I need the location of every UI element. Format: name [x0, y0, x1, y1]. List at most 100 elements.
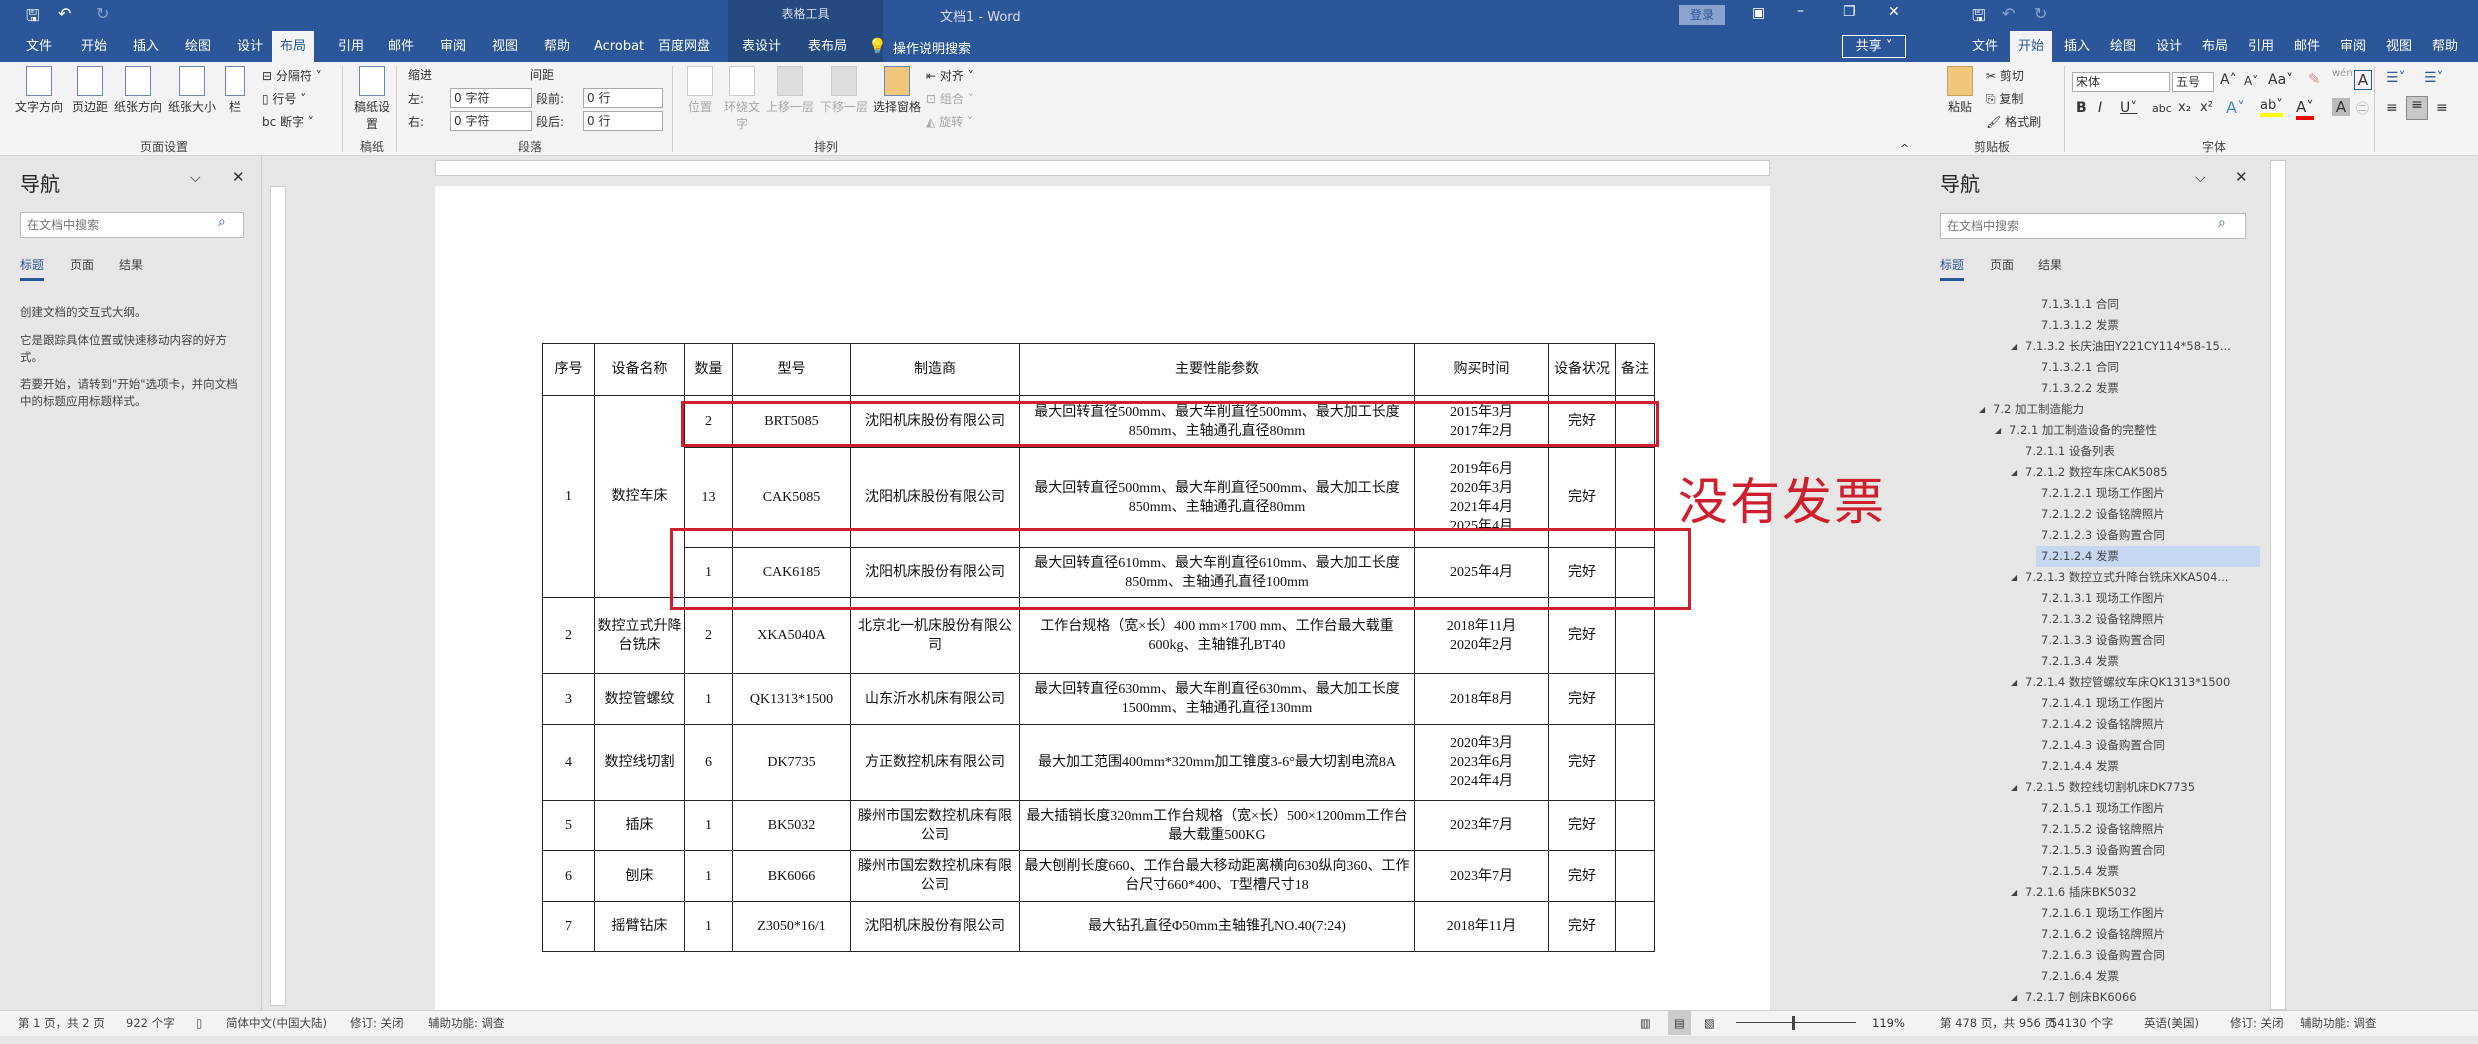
close-icon[interactable]: ✕: [2235, 168, 2248, 186]
tab-10[interactable]: 帮助: [536, 31, 578, 62]
save-icon[interactable]: 🖫: [26, 5, 40, 32]
nav-tree-item[interactable]: ◢ 7.2.1.3 数控立式升降台铣床XKA504...: [1930, 567, 2270, 588]
language[interactable]: 英语(美国): [2144, 1011, 2199, 1036]
chevron-down-icon[interactable]: ⌵: [2195, 170, 2206, 186]
strikethrough-icon[interactable]: abc: [2152, 102, 2172, 115]
nav-tab-results[interactable]: 结果: [2038, 256, 2062, 273]
paste-button[interactable]: 粘贴: [1942, 66, 1978, 115]
expand-triangle-icon[interactable]: ◢: [2011, 567, 2017, 588]
nav-tree-item[interactable]: 7.2.1.2.4 发票: [2036, 546, 2260, 567]
nav-tab-pages[interactable]: 页面: [70, 256, 94, 273]
nav-tree-item[interactable]: 7.2.1.2.2 设备铭牌照片: [1930, 504, 2270, 525]
close-icon[interactable]: ✕: [232, 168, 245, 186]
chevron-down-icon[interactable]: ⌵: [190, 170, 201, 186]
zoom-slider-thumb[interactable]: [1792, 1016, 1795, 1030]
size-button[interactable]: 纸张大小: [166, 66, 218, 115]
tab-1[interactable]: 开始: [73, 31, 115, 62]
tab-1[interactable]: 开始: [2010, 31, 2053, 62]
selection-pane-button[interactable]: 选择窗格: [872, 66, 922, 115]
grow-font-icon[interactable]: A˄: [2220, 72, 2237, 88]
copy-button[interactable]: ⎘ 复制: [1986, 90, 2023, 107]
clear-format-icon[interactable]: ✎: [2308, 70, 2321, 88]
tab-2[interactable]: 插入: [125, 31, 167, 62]
right-document-area[interactable]: [2290, 156, 2478, 1010]
vertical-ruler[interactable]: [270, 186, 286, 1006]
margins-button[interactable]: 页边距: [68, 66, 112, 115]
superscript-icon[interactable]: x²: [2200, 100, 2213, 115]
bring-forward-button[interactable]: 上移一层: [764, 66, 816, 115]
expand-triangle-icon[interactable]: ◢: [2011, 462, 2017, 483]
underline-icon[interactable]: U˅: [2120, 100, 2137, 116]
web-layout-icon[interactable]: ▧: [1704, 1011, 1715, 1035]
expand-triangle-icon[interactable]: ◢: [2011, 987, 2017, 1008]
text-effects-icon[interactable]: A˅: [2226, 98, 2245, 117]
tab-9[interactable]: 视图: [484, 31, 526, 62]
tab-5[interactable]: 布局: [2194, 31, 2236, 62]
nav-tree-item[interactable]: 7.2.1.4.3 设备购置合同: [1930, 735, 2270, 756]
nav-tree-item[interactable]: 7.2.1.5.4 发票: [1930, 861, 2270, 882]
tab-7[interactable]: 邮件: [380, 31, 422, 62]
nav-tree-item[interactable]: 7.2.1.3.2 设备铭牌照片: [1930, 609, 2270, 630]
nav-tree-item[interactable]: ◢ 7.2 加工制造能力: [1930, 399, 2270, 420]
nav-tree-item[interactable]: 7.2.1.4.2 设备铭牌照片: [1930, 714, 2270, 735]
nav-tree-item[interactable]: 7.2.1.4.4 发票: [1930, 756, 2270, 777]
text-direction-button[interactable]: 文字方向: [14, 66, 64, 115]
expand-triangle-icon[interactable]: ◢: [2011, 882, 2017, 903]
enclose-char-icon[interactable]: ㊁: [2356, 98, 2369, 117]
proofing-icon[interactable]: ▯: [196, 1011, 202, 1036]
nav-tree-item[interactable]: 7.2.1.5.1 现场工作图片: [1930, 798, 2270, 819]
expand-triangle-icon[interactable]: ◢: [1979, 399, 1985, 420]
expand-triangle-icon[interactable]: ◢: [2011, 672, 2017, 693]
nav-tab-headings[interactable]: 标题: [1940, 256, 1965, 281]
tab-3[interactable]: 绘图: [2102, 31, 2144, 62]
nav-tree-item[interactable]: 7.1.3.2.2 发票: [1930, 378, 2270, 399]
nav-tree-item[interactable]: ◢ 7.2.1 加工制造设备的完整性: [1930, 420, 2270, 441]
tab-0[interactable]: 文件: [1964, 31, 2006, 62]
tab-4[interactable]: 设计: [229, 31, 271, 62]
nav-tree-item[interactable]: ◢ 7.2.1.4 数控管螺纹车床QK1313*1500: [1930, 672, 2270, 693]
space-before-input[interactable]: 0 行: [583, 88, 663, 108]
tell-me-search[interactable]: 操作说明搜索: [893, 38, 971, 57]
tab-7[interactable]: 邮件: [2286, 31, 2328, 62]
nav-tree-item[interactable]: ◢ 7.2.1.5 数控线切割机床DK7735: [1930, 777, 2270, 798]
italic-icon[interactable]: I: [2098, 100, 2102, 116]
zoom-level[interactable]: 119%: [1872, 1011, 1905, 1035]
space-after-input[interactable]: 0 行: [583, 111, 663, 131]
bullets-icon[interactable]: ☰˅: [2386, 70, 2406, 86]
search-input[interactable]: 在文档中搜索: [20, 212, 244, 238]
collapse-ribbon-icon[interactable]: ^: [1900, 142, 1909, 155]
nav-tree-item[interactable]: 7.1.3.2.1 合同: [1930, 357, 2270, 378]
columns-button[interactable]: 栏: [222, 66, 248, 115]
expand-triangle-icon[interactable]: ◢: [2011, 777, 2017, 798]
restore-icon[interactable]: ❐: [1843, 4, 1856, 20]
minimize-icon[interactable]: –: [1797, 3, 1804, 19]
align-center-icon[interactable]: ≡: [2406, 96, 2428, 120]
accessibility[interactable]: 辅助功能: 调查: [2300, 1011, 2377, 1036]
rotate-button[interactable]: ◭ 旋转 ˅: [926, 113, 973, 130]
breaks-button[interactable]: ⊟ 分隔符 ˅: [262, 67, 322, 84]
align-right-icon[interactable]: ≡: [2436, 100, 2448, 116]
nav-tree-item[interactable]: ◢ 7.2.1.6 插床BK5032: [1930, 882, 2270, 903]
subscript-icon[interactable]: x₂: [2178, 100, 2191, 115]
language[interactable]: 简体中文(中国大陆): [226, 1011, 327, 1036]
change-case-icon[interactable]: Aa˅: [2268, 72, 2293, 88]
position-button[interactable]: 位置: [680, 66, 720, 115]
wrap-text-button[interactable]: 环绕文字: [722, 66, 762, 132]
ribbon-display-icon[interactable]: ▣: [1752, 5, 1765, 21]
manuscript-setup-button[interactable]: 稿纸设置: [352, 66, 392, 132]
right-vertical-ruler[interactable]: [2270, 160, 2286, 1010]
char-border-icon[interactable]: A: [2354, 70, 2372, 90]
read-mode-icon[interactable]: ▥: [1640, 1011, 1651, 1035]
nav-tree-item[interactable]: 7.2.1.6.4 发票: [1930, 966, 2270, 987]
nav-tree-item[interactable]: 7.1.3.1.1 合同: [1930, 294, 2270, 315]
bold-icon[interactable]: B: [2076, 100, 2087, 116]
numbering-icon[interactable]: ☰˅: [2424, 70, 2444, 86]
line-numbers-button[interactable]: ▯ 行号 ˅: [262, 90, 306, 107]
expand-triangle-icon[interactable]: ◢: [2011, 336, 2017, 357]
close-icon[interactable]: ✕: [1888, 4, 1900, 20]
track-changes[interactable]: 修订: 关闭: [350, 1011, 404, 1036]
track-changes[interactable]: 修订: 关闭: [2230, 1011, 2284, 1036]
hyphenation-button[interactable]: bc 断字 ˅: [262, 113, 314, 130]
tab-9[interactable]: 视图: [2378, 31, 2420, 62]
indent-right-input[interactable]: 0 字符: [450, 111, 532, 131]
